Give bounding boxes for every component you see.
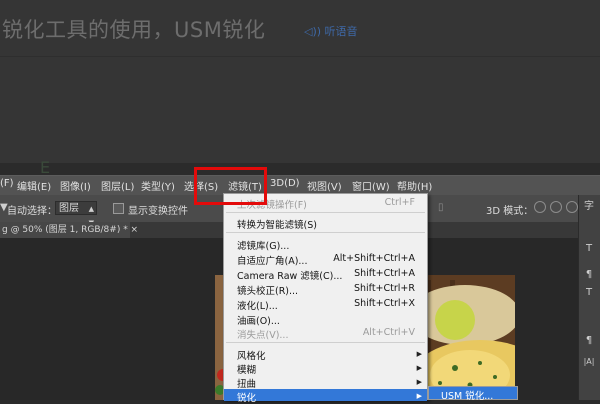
character-panel-tab[interactable]: 字 <box>581 197 597 212</box>
menu-blur[interactable]: 模糊 <box>237 362 256 376</box>
menu-type[interactable]: 类型(Y) <box>141 178 175 193</box>
character-style-icon[interactable]: |A| <box>581 357 597 366</box>
menu-oil-paint[interactable]: 油画(O)... <box>237 313 280 327</box>
3d-pan-icon[interactable] <box>566 201 578 213</box>
menu-view[interactable]: 视图(V) <box>307 178 342 193</box>
shortcut-last-filter: Ctrl+F <box>384 197 415 208</box>
document-tab[interactable]: g @ 50% (图层 1, RGB/8#) * × <box>0 222 138 238</box>
align-distribute-icon[interactable]: ▯ <box>438 202 444 213</box>
menu-3d[interactable]: 3D(D) <box>270 178 300 189</box>
menu-separator <box>226 342 425 343</box>
paragraph-icon-2[interactable]: ¶ <box>581 335 597 346</box>
menu-lens-correction[interactable]: 镜头校正(R)... <box>237 283 298 297</box>
shortcut-adaptive-wide-angle: Alt+Shift+Ctrl+A <box>333 253 415 264</box>
menu-bar: (F) 编辑(E) 图像(I) 图层(L) 类型(Y) 选择(S) 滤镜(T) … <box>0 175 600 195</box>
right-panel-strip: 字 T ¶ T ¶ |A| <box>578 195 600 400</box>
menu-window[interactable]: 窗口(W) <box>352 178 390 193</box>
show-transform-label: 显示变换控件 <box>128 206 188 217</box>
header-divider <box>0 56 600 57</box>
audio-link[interactable]: ◁)) 听语音 <box>304 23 358 39</box>
menu-camera-raw[interactable]: Camera Raw 滤镜(C)... <box>237 268 342 282</box>
3d-roll-icon[interactable] <box>550 201 562 213</box>
3d-mode-label: 3D 模式： <box>486 206 534 217</box>
menu-adaptive-wide-angle[interactable]: 自适应广角(A)... <box>237 253 307 267</box>
menu-convert-smart-filter[interactable]: 转换为智能滤镜(S) <box>237 217 317 231</box>
3d-rotate-icon[interactable] <box>534 201 546 213</box>
shortcut-camera-raw: Shift+Ctrl+A <box>354 268 415 279</box>
show-transform-checkbox[interactable] <box>113 203 124 214</box>
menu-layer[interactable]: 图层(L) <box>101 178 134 193</box>
menu-vanishing-point: 消失点(V)... <box>237 330 289 341</box>
submenu-arrow-icon: ▶ <box>416 378 422 386</box>
menu-file[interactable]: (F) <box>0 178 14 189</box>
menu-edit[interactable]: 编辑(E) <box>17 178 51 193</box>
shortcut-liquify: Shift+Ctrl+X <box>354 298 415 309</box>
menu-separator <box>226 212 425 213</box>
panel-type-tool-icon[interactable]: T <box>581 243 597 254</box>
paragraph-icon[interactable]: ¶ <box>581 269 597 280</box>
menu-distort[interactable]: 扭曲 <box>237 376 256 390</box>
filter-dropdown-menu: 上次滤镜操作(F) Ctrl+F 转换为智能滤镜(S) 滤镜库(G)... 自适… <box>223 193 428 404</box>
auto-select-label: 自动选择： <box>7 206 57 217</box>
article-title: 锐化工具的使用，USM锐化 <box>2 18 266 42</box>
shortcut-vanishing-point: Alt+Ctrl+V <box>362 327 415 338</box>
shortcut-lens-correction: Shift+Ctrl+R <box>353 283 415 294</box>
menu-image[interactable]: 图像(I) <box>60 178 91 193</box>
menu-stylize[interactable]: 风格化 <box>237 348 266 362</box>
panel-type-tool-icon-2[interactable]: T <box>581 287 597 298</box>
submenu-arrow-icon: ▶ <box>416 350 422 358</box>
submenu-arrow-icon: ▶ <box>416 364 422 372</box>
menu-help[interactable]: 帮助(H) <box>397 178 432 193</box>
sharpen-submenu: USM 锐化... <box>428 386 518 402</box>
auto-select-value: 图层 <box>59 203 79 214</box>
filter-menu-callout-box <box>194 167 267 205</box>
menu-filter-gallery[interactable]: 滤镜库(G)... <box>237 238 289 252</box>
auto-select-dropdown[interactable]: 图层 ▲▼ <box>55 201 97 227</box>
menu-liquify[interactable]: 液化(L)... <box>237 298 278 312</box>
submenu-arrow-icon: ▶ <box>416 392 422 400</box>
menu-sharpen[interactable]: 锐化 <box>237 390 256 404</box>
menu-separator <box>226 232 425 233</box>
